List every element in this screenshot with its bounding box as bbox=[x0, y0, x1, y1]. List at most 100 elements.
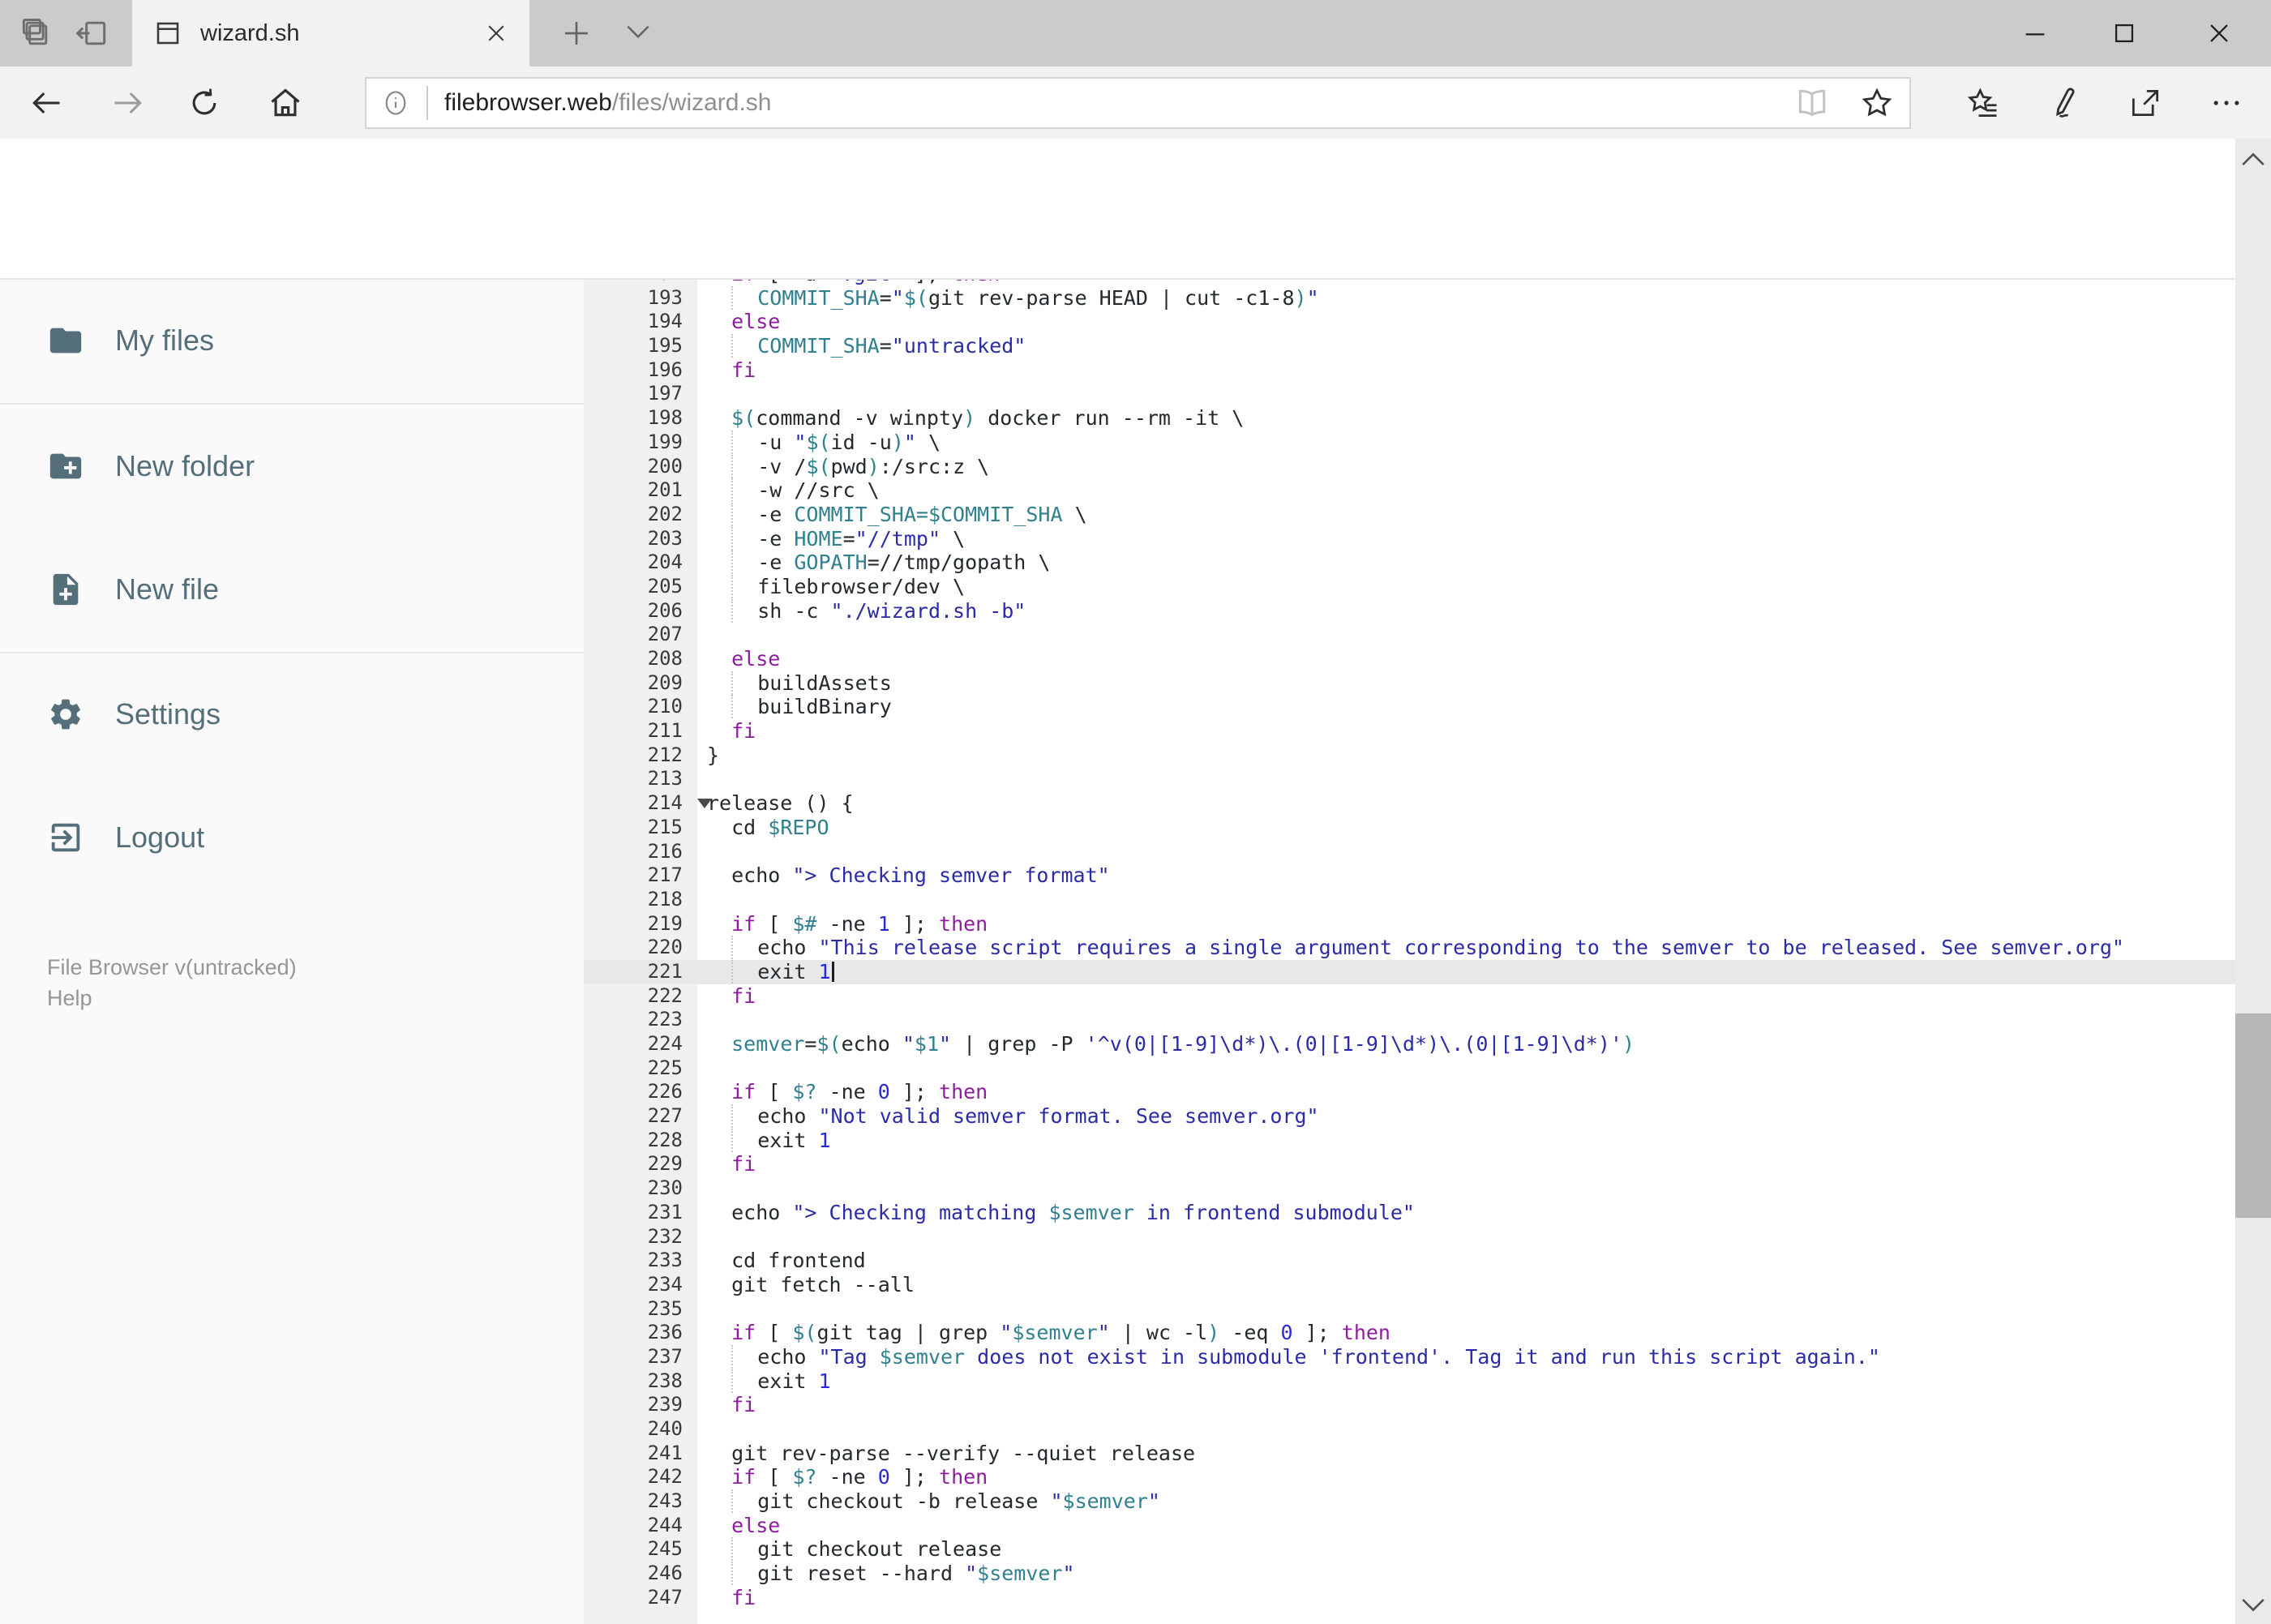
code-line[interactable]: 246 git reset --hard "$semver" bbox=[584, 1562, 2235, 1586]
code-line[interactable]: 214 release () { bbox=[584, 791, 2235, 816]
tab-close-icon[interactable] bbox=[484, 21, 508, 45]
code-line[interactable]: 193 COMMIT_SHA="$(git rev-parse HEAD | c… bbox=[584, 285, 2235, 311]
hub-favorites-icon[interactable] bbox=[1965, 85, 2001, 121]
line-number: 220 bbox=[647, 936, 683, 959]
code-line[interactable]: 197 bbox=[584, 382, 2235, 406]
code-line[interactable]: 212} bbox=[584, 743, 2235, 768]
code-line[interactable]: 228 exit 1 bbox=[584, 1128, 2235, 1153]
home-icon[interactable] bbox=[268, 85, 303, 121]
sidebar-item-new-folder[interactable]: New folder bbox=[0, 422, 584, 511]
code-line[interactable]: 241 git rev-parse --verify --quiet relea… bbox=[584, 1442, 2235, 1466]
code-line[interactable]: 233 cd frontend bbox=[584, 1249, 2235, 1273]
code-line[interactable]: 230 bbox=[584, 1176, 2235, 1201]
forward-icon[interactable] bbox=[110, 85, 146, 121]
code-line[interactable]: 195 COMMIT_SHA="untracked" bbox=[584, 334, 2235, 358]
browser-tab[interactable]: wizard.sh bbox=[132, 0, 529, 66]
code-line[interactable]: 210 buildBinary bbox=[584, 695, 2235, 719]
code-line[interactable]: 204 -e GOPATH=//tmp/gopath \ bbox=[584, 551, 2235, 575]
code-line[interactable]: 219 if [ $# -ne 1 ]; then bbox=[584, 912, 2235, 936]
code-line[interactable]: 235 bbox=[584, 1297, 2235, 1322]
sidebar-item-new-file[interactable]: New file bbox=[0, 545, 584, 634]
code-editor[interactable]: 192 if [ -d ".git" ]; then193 COMMIT_SHA… bbox=[584, 280, 2235, 1624]
refresh-icon[interactable] bbox=[186, 85, 222, 121]
line-number: 246 bbox=[647, 1562, 683, 1585]
code-line[interactable]: 242 if [ $? -ne 0 ]; then bbox=[584, 1465, 2235, 1489]
fold-arrow-icon[interactable] bbox=[697, 799, 712, 809]
info-icon[interactable] bbox=[381, 88, 410, 118]
code-line[interactable]: 236 if [ $(git tag | grep "$semver" | wc… bbox=[584, 1321, 2235, 1345]
code-line[interactable]: 196 fi bbox=[584, 358, 2235, 383]
sidebar-item-logout[interactable]: Logout bbox=[0, 793, 584, 882]
code-line[interactable]: 211 fi bbox=[584, 719, 2235, 743]
line-number: 223 bbox=[647, 1008, 683, 1031]
reading-view-icon[interactable] bbox=[1794, 85, 1830, 121]
web-notes-pen-icon[interactable] bbox=[2046, 85, 2082, 121]
help-link[interactable]: Help bbox=[47, 986, 92, 1011]
new-tab-plus-icon[interactable] bbox=[559, 16, 593, 50]
line-number: 208 bbox=[647, 647, 683, 670]
line-number: 231 bbox=[647, 1200, 683, 1223]
code-line[interactable]: 209 buildAssets bbox=[584, 671, 2235, 696]
code-line[interactable]: 231 echo "> Checking matching $semver in… bbox=[584, 1201, 2235, 1225]
vertical-scrollbar[interactable] bbox=[2235, 139, 2271, 1624]
code-line[interactable]: 198 $(command -v winpty) docker run --rm… bbox=[584, 406, 2235, 431]
code-line[interactable]: 200 -v /$(pwd):/src:z \ bbox=[584, 454, 2235, 479]
code-line[interactable]: 245 git checkout release bbox=[584, 1537, 2235, 1562]
code-line[interactable]: 206 sh -c "./wizard.sh -b" bbox=[584, 598, 2235, 623]
code-line[interactable]: 220 echo "This release script requires a… bbox=[584, 936, 2235, 960]
code-line[interactable]: 222 fi bbox=[584, 984, 2235, 1009]
favorite-star-icon[interactable] bbox=[1859, 85, 1895, 121]
code-line[interactable]: 207 bbox=[584, 623, 2235, 647]
code-line[interactable]: 234 git fetch --all bbox=[584, 1273, 2235, 1297]
line-number: 193 bbox=[647, 285, 683, 309]
minimize-button[interactable] bbox=[1990, 0, 2080, 66]
code-line[interactable]: 225 bbox=[584, 1056, 2235, 1081]
code-line[interactable]: 217 echo "> Checking semver format" bbox=[584, 863, 2235, 888]
code-line[interactable]: 194 else bbox=[584, 310, 2235, 334]
scrollbar-thumb[interactable] bbox=[2235, 1013, 2271, 1218]
code-line[interactable]: 224 semver=$(echo "$1" | grep -P '^v(0|[… bbox=[584, 1032, 2235, 1056]
code-line[interactable]: 213 bbox=[584, 767, 2235, 791]
code-line[interactable]: 203 -e HOME="//tmp" \ bbox=[584, 526, 2235, 551]
code-line[interactable]: 226 if [ $? -ne 0 ]; then bbox=[584, 1080, 2235, 1104]
back-icon[interactable] bbox=[28, 85, 64, 121]
code-line[interactable]: 208 else bbox=[584, 647, 2235, 671]
url-input[interactable]: filebrowser.web/files/wizard.sh bbox=[365, 77, 1911, 129]
tab-dropdown-icon[interactable] bbox=[623, 21, 653, 45]
scroll-up-icon[interactable] bbox=[2239, 148, 2267, 169]
code-line[interactable]: 199 -u "$(id -u)" \ bbox=[584, 430, 2235, 455]
code-line[interactable]: 240 bbox=[584, 1417, 2235, 1442]
code-line[interactable]: 201 -w //src \ bbox=[584, 478, 2235, 503]
maximize-button[interactable] bbox=[2080, 0, 2169, 66]
code-line[interactable]: 243 git checkout -b release "$semver" bbox=[584, 1489, 2235, 1514]
line-number: 200 bbox=[647, 454, 683, 478]
more-ellipsis-icon[interactable] bbox=[2209, 85, 2244, 121]
share-icon[interactable] bbox=[2127, 85, 2163, 121]
set-aside-tabs-icon[interactable] bbox=[75, 15, 110, 51]
scroll-down-icon[interactable] bbox=[2239, 1595, 2267, 1616]
url-text: filebrowser.web/files/wizard.sh bbox=[444, 89, 772, 117]
code-line[interactable]: 238 exit 1 bbox=[584, 1369, 2235, 1394]
line-number: 226 bbox=[647, 1080, 683, 1103]
code-line[interactable]: 215 cd $REPO bbox=[584, 816, 2235, 840]
code-line[interactable]: 247 fi bbox=[584, 1586, 2235, 1610]
code-line[interactable]: 221 exit 1 bbox=[584, 959, 2235, 984]
code-line[interactable]: 223 bbox=[584, 1008, 2235, 1032]
code-line[interactable]: 216 bbox=[584, 840, 2235, 864]
code-line[interactable]: 218 bbox=[584, 888, 2235, 912]
code-line[interactable]: 202 -e COMMIT_SHA=$COMMIT_SHA \ bbox=[584, 502, 2235, 527]
code-line[interactable]: 192 if [ -d ".git" ]; then bbox=[584, 280, 2235, 286]
url-separator bbox=[426, 86, 428, 120]
code-line[interactable]: 244 else bbox=[584, 1514, 2235, 1538]
code-line[interactable]: 205 filebrowser/dev \ bbox=[584, 574, 2235, 599]
tab-preview-icon[interactable] bbox=[18, 15, 54, 51]
sidebar-item-settings[interactable]: Settings bbox=[0, 670, 584, 759]
line-number: 225 bbox=[647, 1056, 683, 1079]
code-line[interactable]: 239 fi bbox=[584, 1393, 2235, 1417]
code-line[interactable]: 227 echo "Not valid semver format. See s… bbox=[584, 1104, 2235, 1129]
close-button[interactable] bbox=[2169, 0, 2269, 66]
code-line[interactable]: 232 bbox=[584, 1225, 2235, 1249]
sidebar-item-my-files[interactable]: My files bbox=[0, 296, 584, 385]
code-line[interactable]: 229 fi bbox=[584, 1152, 2235, 1176]
code-line[interactable]: 237 echo "Tag $semver does not exist in … bbox=[584, 1344, 2235, 1369]
